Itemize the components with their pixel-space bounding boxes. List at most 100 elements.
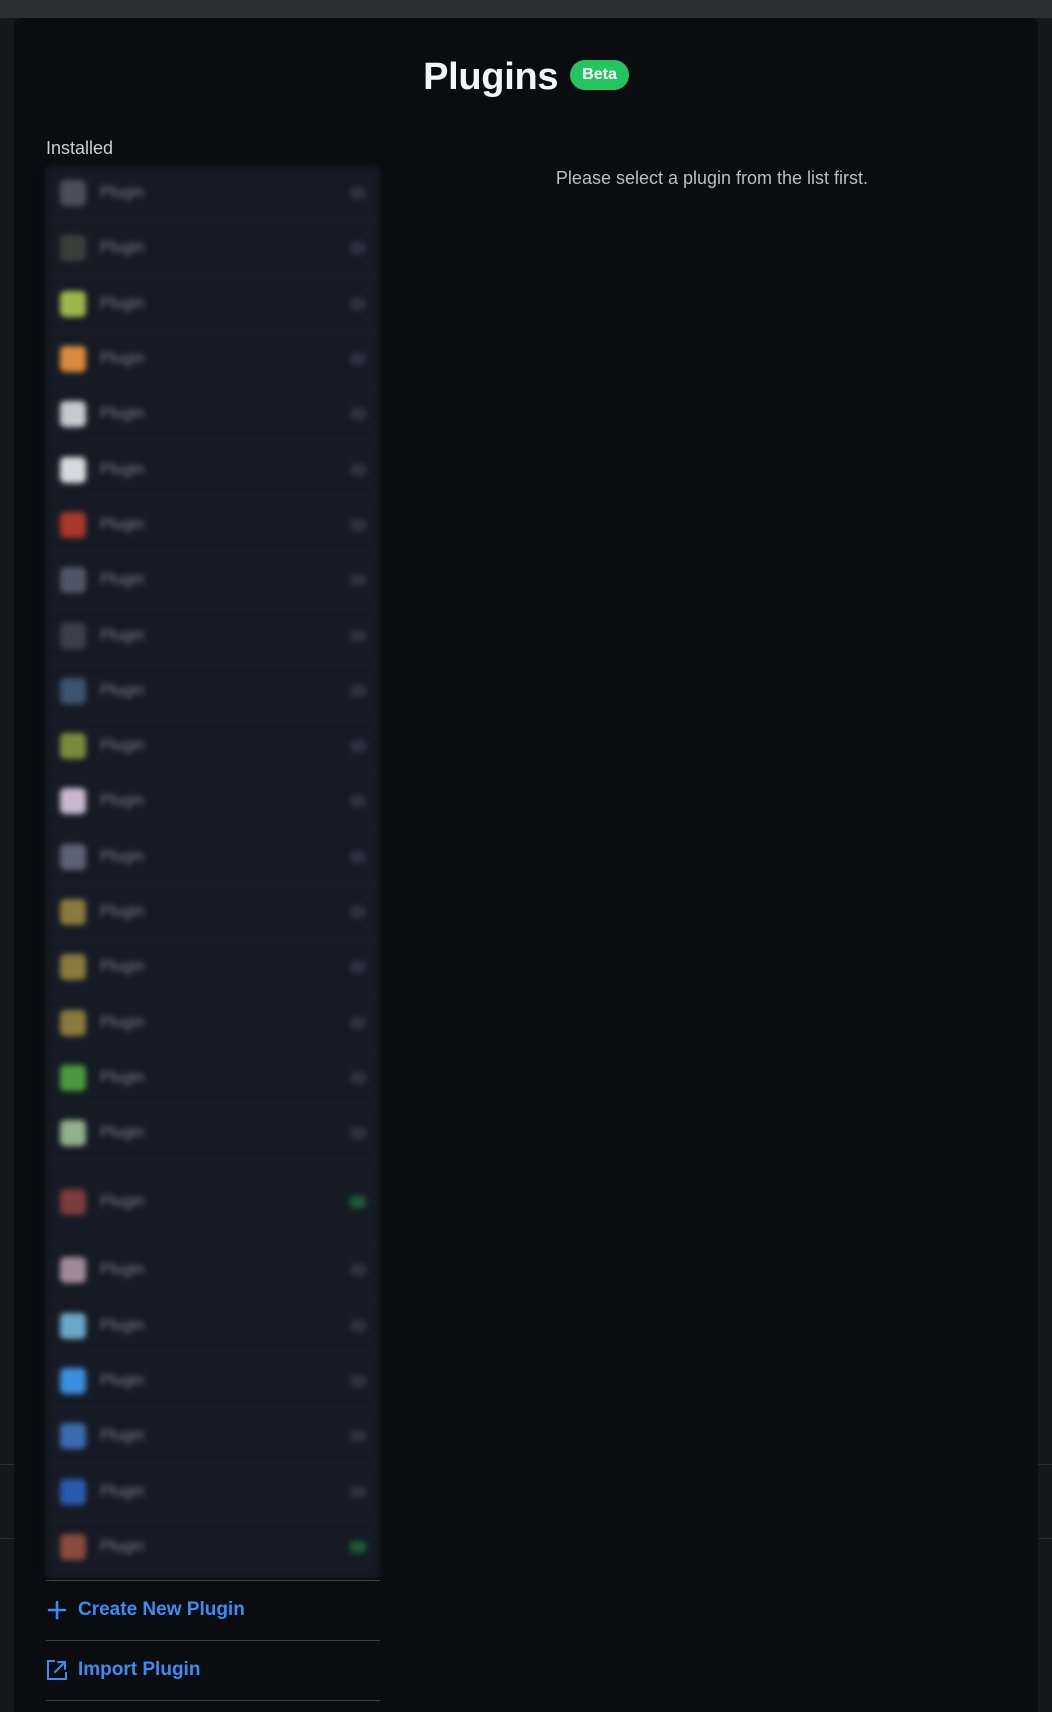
- plugin-icon: [60, 1064, 86, 1091]
- import-plugin-button[interactable]: Import Plugin: [46, 1641, 380, 1699]
- plugin-list-item[interactable]: Plugin: [46, 1299, 380, 1354]
- plugin-name: Plugin: [100, 958, 145, 976]
- beta-badge: Beta: [570, 60, 629, 90]
- plugin-list-item[interactable]: Plugin: [46, 442, 380, 498]
- plugin-name: Plugin: [100, 571, 145, 589]
- plugin-list-item[interactable]: Plugin: [46, 608, 380, 664]
- plugin-status-indicator: [350, 1071, 366, 1084]
- plugin-icon: [60, 1423, 86, 1450]
- plugin-name: Plugin: [100, 737, 145, 755]
- import-icon: [46, 1659, 68, 1681]
- plugin-name: Plugin: [100, 1482, 145, 1500]
- plugin-list-item[interactable]: Plugin: [46, 1409, 380, 1465]
- plugin-list-item[interactable]: Plugin: [46, 332, 380, 388]
- plugin-list-item[interactable]: Plugin: [46, 830, 380, 885]
- plugin-icon: [60, 843, 86, 870]
- plugin-status-indicator: [350, 1540, 366, 1553]
- plugin-status-indicator: [350, 1016, 366, 1029]
- plugin-status-indicator: [350, 1430, 366, 1443]
- plugin-list-item[interactable]: Plugin: [46, 1051, 380, 1107]
- plugin-list-item[interactable]: Plugin: [46, 1354, 380, 1410]
- empty-selection-message: Please select a plugin from the list fir…: [555, 168, 869, 188]
- plugin-name: Plugin: [100, 460, 145, 478]
- plugin-icon: [60, 346, 86, 373]
- plugin-status-indicator: [350, 187, 366, 200]
- plugin-list-item[interactable]: Plugin: [46, 1520, 380, 1576]
- plugin-list-item[interactable]: Plugin: [46, 774, 380, 830]
- plugin-status-indicator: [350, 740, 366, 753]
- plugin-name: Plugin: [100, 294, 145, 312]
- create-new-plugin-button[interactable]: Create New Plugin: [46, 1581, 380, 1639]
- plugin-name: Plugin: [100, 792, 145, 810]
- plugin-list-item[interactable]: Plugin: [46, 1465, 380, 1520]
- plugin-name: Plugin: [100, 1013, 145, 1031]
- plugin-list-item[interactable]: Plugin: [46, 1243, 380, 1299]
- plugin-list-item[interactable]: Plugin: [46, 940, 380, 996]
- plugin-icon: [60, 1188, 86, 1215]
- plugin-icon: [60, 1478, 86, 1505]
- plugin-status-indicator: [350, 1195, 366, 1208]
- installed-plugin-list: Plugin Plugin Plugin Plugin Plugin Plugin Plug…: [46, 166, 380, 1578]
- plugin-status-indicator: [350, 1264, 366, 1277]
- plugin-list-item[interactable]: Plugin: [46, 664, 380, 719]
- plugin-status-indicator: [350, 684, 366, 697]
- plugin-name: Plugin: [100, 1427, 145, 1445]
- plugin-icon: [60, 1368, 86, 1395]
- plugin-name: Plugin: [100, 1537, 145, 1555]
- plugin-name: Plugin: [100, 1372, 145, 1390]
- import-plugin-label: Import Plugin: [78, 1659, 201, 1680]
- installed-section-label: Installed: [46, 138, 114, 158]
- plugin-status-indicator: [350, 629, 366, 642]
- plugin-status-indicator: [350, 1319, 366, 1332]
- plugin-icon: [60, 899, 86, 925]
- plugin-name: Plugin: [100, 1068, 145, 1086]
- plugin-list-item[interactable]: Plugin: [46, 885, 380, 941]
- plugin-icon: [60, 1120, 86, 1147]
- plugin-list-item[interactable]: Plugin: [46, 1106, 380, 1162]
- plugin-icon: [60, 677, 86, 704]
- plugin-status-indicator: [350, 297, 366, 310]
- modal-header: Plugins Beta: [14, 48, 1038, 106]
- plugin-list-item[interactable]: Plugin: [46, 553, 380, 609]
- plugins-modal: Plugins Beta Installed Plugin Plugin Plugi…: [14, 18, 1038, 1712]
- plugin-list-item[interactable]: Plugin: [46, 166, 380, 222]
- plugin-list-item[interactable]: Plugin: [46, 719, 380, 775]
- plugin-name: Plugin: [100, 1124, 145, 1142]
- plugin-status-indicator: [350, 518, 366, 531]
- plugin-status-indicator: [350, 242, 366, 255]
- plugin-name: Plugin: [100, 350, 145, 368]
- plugin-status-indicator: [350, 574, 366, 587]
- actions-divider-bottom: [46, 1700, 380, 1701]
- plugin-icon: [60, 954, 86, 981]
- plugin-name: Plugin: [100, 239, 145, 257]
- create-new-plugin-label: Create New Plugin: [78, 1599, 245, 1620]
- plugin-list-item[interactable]: Plugin: [46, 277, 380, 332]
- plugin-name: Plugin: [100, 903, 145, 920]
- plugin-status-indicator: [350, 850, 366, 863]
- plugin-list-item[interactable]: Plugin: [46, 221, 380, 277]
- plugin-icon: [60, 788, 86, 815]
- plugin-status-indicator: [350, 1375, 366, 1388]
- plugin-status-indicator: [350, 1127, 366, 1140]
- plugin-status-indicator: [350, 961, 366, 974]
- plugin-list-item[interactable]: Plugin: [46, 498, 380, 554]
- window-top-bar: [0, 0, 1052, 19]
- plugin-icon: [60, 180, 86, 207]
- plugin-name: Plugin: [100, 1261, 145, 1279]
- plugin-status-indicator: [350, 1485, 366, 1498]
- plugin-name: Plugin: [100, 515, 145, 533]
- plugin-icon: [60, 1009, 86, 1036]
- plugin-name: Plugin: [100, 626, 145, 644]
- plugin-status-indicator: [350, 906, 366, 918]
- plugin-icon: [60, 401, 86, 428]
- plugin-status-indicator: [350, 408, 366, 421]
- plugin-icon: [60, 1533, 86, 1560]
- plugin-list-item[interactable]: Plugin: [46, 995, 380, 1051]
- plugin-list-item[interactable]: Plugin: [46, 1161, 380, 1244]
- plugin-icon: [60, 622, 86, 649]
- plugin-name: Plugin: [100, 184, 145, 202]
- plugin-list-item[interactable]: Plugin: [46, 387, 380, 443]
- plugin-status-indicator: [350, 463, 366, 476]
- plugin-icon: [60, 456, 86, 483]
- plugin-icon: [60, 235, 86, 262]
